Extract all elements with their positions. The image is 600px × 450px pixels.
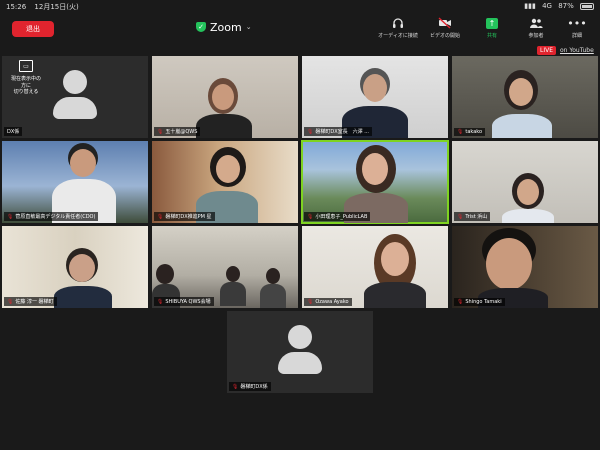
video-tile[interactable]: 🎙 磐梯町DX係 [227,311,373,393]
video-tile[interactable]: 🎙 Ozawa Ayako [302,226,448,308]
share-button[interactable]: ↑ 共有 [472,16,512,39]
video-tile[interactable]: 🎙 磐梯町DX推進PM 星 [152,141,298,223]
status-time: 15:26 [6,3,27,11]
video-tile[interactable]: 🎙 磐梯町DX室長 六澤 ... [302,56,448,138]
participant-name-tag: 🎙 Trist 浜山 [454,212,491,221]
status-bar: 15:26 12月15日(火) ▮▮▮ 4G 87% [0,0,600,12]
hint-line-3: 切り替える [13,89,39,95]
participant-name-tag: 🎙 Ozawa Ayako [304,298,352,306]
mic-muted-icon: 🎙 [457,299,464,305]
share-icon: ↑ [486,17,498,29]
live-indicator[interactable]: LIVE on YouTube [537,46,594,55]
mic-muted-icon: 🎙 [307,128,314,135]
switch-view-hint[interactable]: ▭ 現在表示中の 方に 切り替える [6,60,46,96]
video-tile[interactable]: 🎙 五十嵐@QWS [152,56,298,138]
mic-muted-icon: 🎙 [307,213,314,220]
participant-name-tag: 🎙 菅原直敏最高デジタル責任者(CDO) [4,212,99,221]
avatar [53,70,97,119]
battery-percent: 87% [558,2,574,10]
participant-name-tag: 🎙 五十嵐@QWS [154,127,201,136]
mic-muted-icon: 🎙 [7,213,14,220]
headphones-icon [392,16,404,30]
start-video-button[interactable]: ビデオの開始 [425,16,465,39]
participants-icon [529,16,543,30]
signal-icon: ▮▮▮ [524,2,536,10]
participant-name-tag: 🎙 SHIBUYA QWS会場 [154,297,214,306]
audio-connect-label: オーディオに接続 [378,33,418,39]
participant-name-tag: 🎙 磐梯町DX室長 六澤 ... [304,127,372,136]
participant-name-tag: 🎙 佐藤 淳一 磐梯町 [4,297,57,306]
participants-label: 参加者 [528,33,544,39]
start-video-label: ビデオの開始 [429,33,460,39]
participant-name-tag: DX係 [4,127,23,136]
participant-name-tag: 🎙 takako [454,128,486,136]
hint-line-1: 現在表示中の [10,76,41,82]
participant-name-tag: 🎙 Shingo Tamaki [454,298,505,306]
participant-name-tag: 🎙 磐梯町DX推進PM 星 [154,212,215,221]
video-tile[interactable]: 🎙 菅原直敏最高デジタル責任者(CDO) [2,141,148,223]
video-tile[interactable]: ▭ 現在表示中の 方に 切り替える DX係 [2,56,148,138]
mic-muted-icon: 🎙 [7,298,14,305]
mic-muted-icon: 🎙 [157,298,164,305]
mic-muted-icon: 🎙 [157,128,164,135]
more-icon: ••• [567,16,587,30]
video-tile[interactable]: 🎙 Trist 浜山 [452,141,598,223]
meeting-toolbar: 退出 ✓ Zoom ⌄ オーディオに接続 ビデオの開始 ↑ 共有 参加者 •••… [0,12,600,46]
more-label: 詳細 [571,33,582,39]
avatar [278,325,322,374]
youtube-link[interactable]: on YouTube [560,47,594,54]
security-shield-icon: ✓ [196,22,206,32]
status-date: 12月15日(火) [34,3,79,11]
more-button[interactable]: ••• 詳細 [557,16,597,40]
participant-name-tag: 🎙 小田理恵子_PublicLAB [304,212,371,221]
video-tile[interactable]: 🎙 SHIBUYA QWS会場 [152,226,298,308]
mic-muted-icon: 🎙 [457,213,464,220]
leave-button[interactable]: 退出 [12,21,54,37]
participant-name-tag: 🎙 磐梯町DX係 [229,382,271,391]
mic-muted-icon: 🎙 [307,299,314,305]
video-off-icon [438,16,452,30]
mic-muted-icon: 🎙 [457,129,464,135]
audio-connect-button[interactable]: オーディオに接続 [378,16,418,39]
meeting-title[interactable]: ✓ Zoom ⌄ [196,18,252,36]
participants-button[interactable]: 参加者 [516,16,556,39]
mic-muted-icon: 🎙 [157,213,164,220]
video-tile-active-speaker[interactable]: 🎙 小田理恵子_PublicLAB [301,140,449,224]
video-tile[interactable]: 🎙 Shingo Tamaki [452,226,598,308]
chevron-down-icon: ⌄ [245,23,252,31]
meeting-title-label: Zoom [210,20,242,34]
video-tile[interactable]: 🎙 佐藤 淳一 磐梯町 [2,226,148,308]
mic-muted-icon: 🎙 [232,383,239,390]
share-label: 共有 [486,33,497,39]
video-tile[interactable]: 🎙 takako [452,56,598,138]
battery-icon [580,2,594,10]
screen-icon: ▭ [19,60,33,72]
network-label: 4G [542,2,552,10]
live-badge: LIVE [537,46,557,55]
